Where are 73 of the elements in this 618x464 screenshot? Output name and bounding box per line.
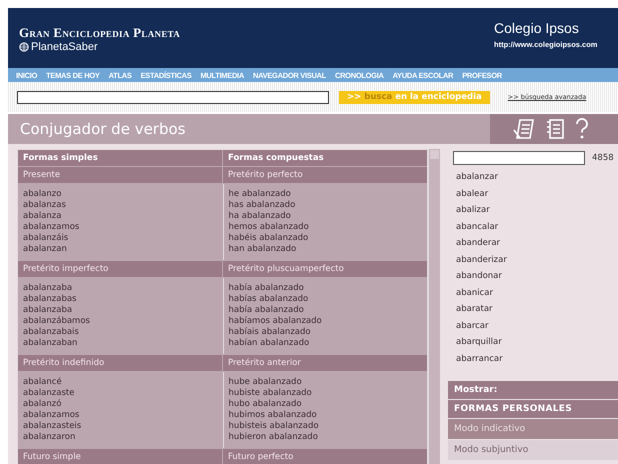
verb-count: 4858 (592, 153, 614, 163)
document-icon[interactable] (512, 118, 536, 140)
tense-header: Pretérito anterior (223, 355, 427, 371)
verb-form: abalanzábamos (23, 316, 91, 327)
verb-form: habían abalanzado (228, 338, 310, 349)
verb-form: abalanzan (23, 244, 68, 255)
verb-list-item[interactable]: abanicar (456, 284, 618, 301)
verb-form: abalanzas (23, 200, 67, 211)
verb-form: había abalanzado (228, 283, 305, 294)
verb-form: abalanzaba (23, 283, 74, 294)
verb-form: habéis abalanzado (228, 233, 310, 244)
site-title: Gran Enciclopedia Planeta (19, 25, 180, 41)
verb-form: abalanzaba (23, 305, 74, 316)
verb-form: hubimos abalanzado (228, 410, 318, 421)
verb-form: has abalanzado (228, 200, 296, 211)
verb-form: habías abalanzado (228, 294, 310, 305)
verb-list-item[interactable]: abarrancar (456, 350, 618, 367)
forms-group-header: FORMAS PERSONALES (448, 400, 618, 418)
verb-form: han abalanzado (228, 244, 298, 255)
verb-form: hubisteis abalanzado (228, 421, 320, 432)
book-icon[interactable] (544, 118, 566, 140)
verb-form: abalanzo (23, 189, 62, 200)
verb-list-item[interactable]: abalear (456, 186, 618, 202)
mode-option[interactable]: Modo subjuntivo (448, 440, 618, 460)
tense-header: Pretérito perfecto (223, 167, 427, 183)
verb-search-field[interactable] (453, 151, 585, 165)
verb-form: hubiste abalanzado (228, 388, 313, 399)
page-title: Conjugador de verbos (19, 120, 186, 138)
verb-list-item[interactable]: abancalar (456, 218, 618, 235)
verb-form: abalanza (23, 211, 62, 222)
column-header: Formas compuestas (223, 150, 427, 166)
verb-list-item[interactable]: abalanzar (456, 169, 618, 186)
verb-form: abalanzáis (23, 233, 70, 244)
tense-header: Pretérito pluscuamperfecto (223, 261, 427, 277)
tense-header: Pretérito imperfecto (18, 261, 222, 277)
verb-form: ha abalanzado (228, 211, 292, 222)
verb-form: hubieron abalanzado (228, 432, 319, 443)
verb-form: abalanzaste (23, 388, 76, 399)
verb-list-item[interactable]: abanderar (456, 235, 618, 252)
brand-name: PlanetaSaber (31, 41, 98, 53)
verb-list-item[interactable]: abaratar (456, 301, 618, 318)
tense-header: Futuro perfecto (223, 449, 427, 464)
show-label: Mostrar: (448, 381, 618, 399)
tense-header: Presente (18, 167, 222, 183)
verb-form: abalanzaban (23, 338, 78, 349)
verb-form: abalanzamos (23, 222, 80, 233)
column-header: Formas simples (18, 150, 222, 166)
verb-list-item[interactable]: abalizar (456, 202, 618, 218)
verb-form: abalanzasteis (23, 421, 82, 432)
verb-form: había abalanzado (228, 305, 305, 316)
verb-form: abalanzabais (23, 327, 80, 338)
verb-list-item[interactable]: abarquillar (456, 334, 618, 350)
verb-form: habíamos abalanzado (228, 316, 323, 327)
globe-icon (19, 42, 29, 52)
tense-header: Pretérito indefinido (18, 355, 222, 371)
verb-list-item[interactable]: abarcar (456, 318, 618, 334)
verb-form: abalanzó (23, 399, 62, 410)
verb-list-item[interactable]: abanderizar (456, 252, 618, 268)
verb-form: abalanzamos (23, 410, 80, 421)
help-icon[interactable] (574, 118, 590, 140)
search-field[interactable] (17, 90, 329, 104)
school-name: Colegio Ipsos (494, 20, 580, 36)
verb-form: abalanzabas (23, 294, 78, 305)
verb-form: hemos abalanzado (228, 222, 310, 233)
verb-form: abalancé (23, 377, 63, 388)
verb-form: hube abalanzado (228, 377, 303, 388)
verb-form: hubo abalanzado (228, 399, 303, 410)
verb-form: habíais abalanzado (228, 327, 312, 338)
verb-form: he abalanzado (228, 189, 292, 200)
verb-list-item[interactable]: abandonar (456, 268, 618, 284)
tense-header: Futuro simple (18, 449, 222, 464)
scrollbar[interactable] (428, 149, 440, 464)
verb-form: abalanzaron (23, 432, 76, 443)
